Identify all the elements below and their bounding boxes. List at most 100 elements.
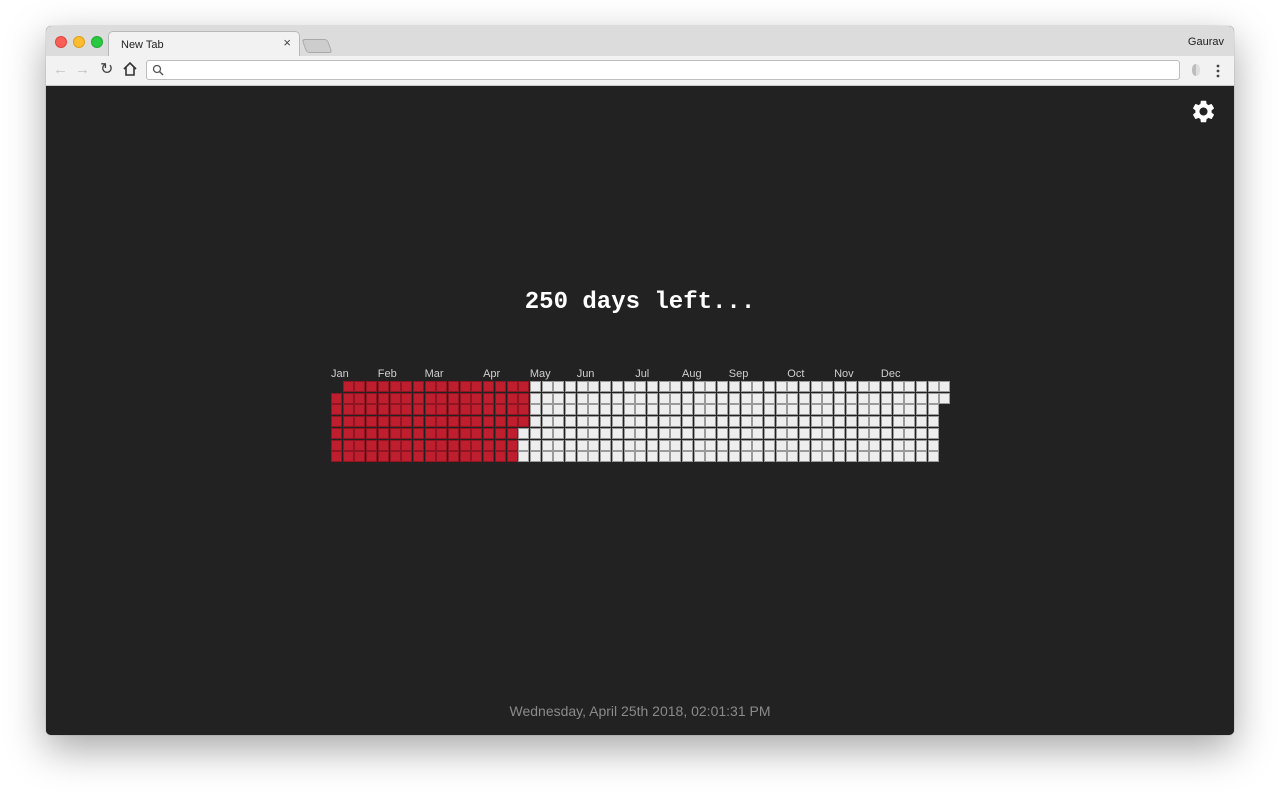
day-cell	[331, 392, 342, 404]
day-cell	[576, 381, 588, 392]
day-cell	[565, 416, 576, 428]
profile-name[interactable]: Gaurav	[1188, 36, 1224, 48]
day-cell	[471, 451, 483, 463]
day-cell	[857, 416, 869, 428]
day-cell	[518, 416, 530, 428]
day-cell	[494, 451, 506, 463]
day-cell	[670, 451, 682, 463]
day-cell	[471, 427, 483, 439]
day-cell	[529, 392, 541, 404]
day-cell	[483, 451, 495, 463]
day-cell	[869, 439, 881, 451]
day-cell	[752, 381, 764, 392]
day-cell	[658, 381, 670, 392]
day-cell	[623, 404, 635, 416]
day-cell	[588, 451, 600, 463]
day-cell	[389, 427, 401, 439]
day-cell	[752, 439, 764, 451]
day-cell	[904, 392, 916, 404]
day-cell	[471, 392, 483, 404]
reload-icon[interactable]: ↻	[100, 61, 113, 79]
day-cell	[342, 427, 354, 439]
day-cell	[869, 416, 881, 428]
day-cell	[541, 416, 553, 428]
day-cell	[576, 416, 588, 428]
day-cell	[658, 404, 670, 416]
day-cell	[494, 404, 506, 416]
day-cell	[342, 439, 354, 451]
day-cell	[834, 427, 846, 439]
day-cell	[834, 381, 846, 392]
menu-icon[interactable]	[1214, 62, 1222, 80]
day-cell	[787, 416, 799, 428]
day-cell	[775, 427, 787, 439]
back-icon[interactable]: ←	[53, 61, 68, 79]
day-cell	[377, 404, 389, 416]
day-cell	[880, 439, 892, 451]
day-cell	[354, 381, 366, 392]
day-cell	[611, 392, 623, 404]
day-cell	[646, 427, 658, 439]
day-cell	[775, 416, 787, 428]
day-cell	[857, 404, 869, 416]
day-cell	[401, 416, 413, 428]
day-cell	[705, 392, 717, 404]
day-cell	[342, 392, 354, 404]
day-cell	[646, 381, 658, 392]
forward-icon[interactable]: →	[75, 61, 90, 79]
window-close-button[interactable]	[55, 36, 67, 48]
day-cell	[670, 439, 682, 451]
day-cell	[541, 427, 553, 439]
day-cell	[401, 451, 413, 463]
day-cell	[658, 392, 670, 404]
new-tab-button[interactable]	[301, 39, 333, 53]
day-cell	[916, 451, 927, 463]
day-cell	[588, 381, 600, 392]
tab-title: New Tab	[121, 39, 164, 51]
extension-icon[interactable]	[1191, 63, 1201, 77]
day-cell	[904, 404, 916, 416]
day-cell	[331, 439, 342, 451]
day-cell	[799, 416, 810, 428]
day-cell	[693, 451, 705, 463]
day-cell	[787, 439, 799, 451]
day-cell	[412, 392, 424, 404]
day-cell	[682, 404, 693, 416]
day-cell	[787, 392, 799, 404]
day-cell	[448, 451, 459, 463]
tab-close-icon[interactable]: ×	[283, 36, 291, 50]
address-bar[interactable]	[146, 60, 1180, 80]
day-cell	[927, 392, 939, 404]
day-cell	[705, 404, 717, 416]
day-cell	[670, 404, 682, 416]
day-cell	[646, 404, 658, 416]
day-cell	[705, 427, 717, 439]
day-cell	[436, 404, 448, 416]
tab-new-tab[interactable]: New Tab ×	[108, 31, 300, 56]
home-icon[interactable]	[122, 61, 138, 77]
day-cell	[448, 404, 459, 416]
window-maximize-button[interactable]	[91, 36, 103, 48]
day-cell	[623, 416, 635, 428]
day-cell	[576, 439, 588, 451]
window-minimize-button[interactable]	[73, 36, 85, 48]
day-cell	[682, 451, 693, 463]
day-cell	[401, 381, 413, 392]
day-cell	[576, 451, 588, 463]
day-cell	[506, 381, 518, 392]
day-cell	[600, 381, 612, 392]
day-cell	[787, 404, 799, 416]
day-cell	[342, 451, 354, 463]
day-cell	[717, 439, 729, 451]
day-cell	[424, 404, 436, 416]
day-cell	[611, 381, 623, 392]
day-cell	[857, 427, 869, 439]
day-cell	[553, 392, 565, 404]
day-cell	[728, 427, 740, 439]
day-cell	[834, 404, 846, 416]
day-cell	[436, 451, 448, 463]
day-cell	[541, 439, 553, 451]
day-cell	[810, 404, 822, 416]
day-cell	[658, 427, 670, 439]
day-cell	[354, 392, 366, 404]
